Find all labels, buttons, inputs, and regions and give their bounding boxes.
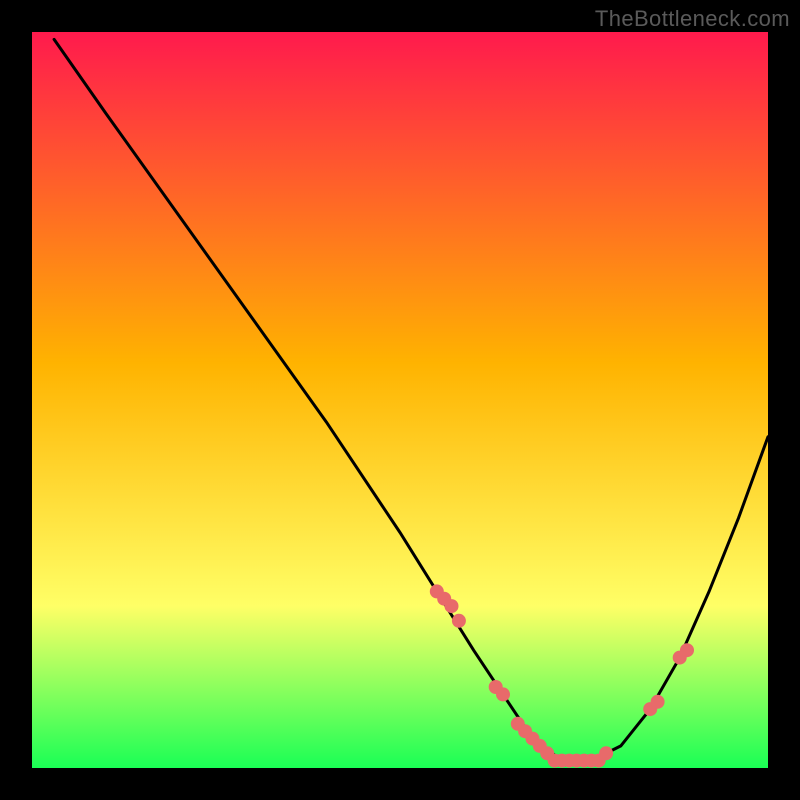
chart-svg [32, 32, 768, 768]
marker-point [445, 599, 459, 613]
marker-point [680, 643, 694, 657]
marker-point [599, 746, 613, 760]
gradient-background [32, 32, 768, 768]
watermark-text: TheBottleneck.com [595, 6, 790, 32]
marker-point [452, 614, 466, 628]
marker-point [496, 687, 510, 701]
plot-area [32, 32, 768, 768]
marker-point [651, 695, 665, 709]
